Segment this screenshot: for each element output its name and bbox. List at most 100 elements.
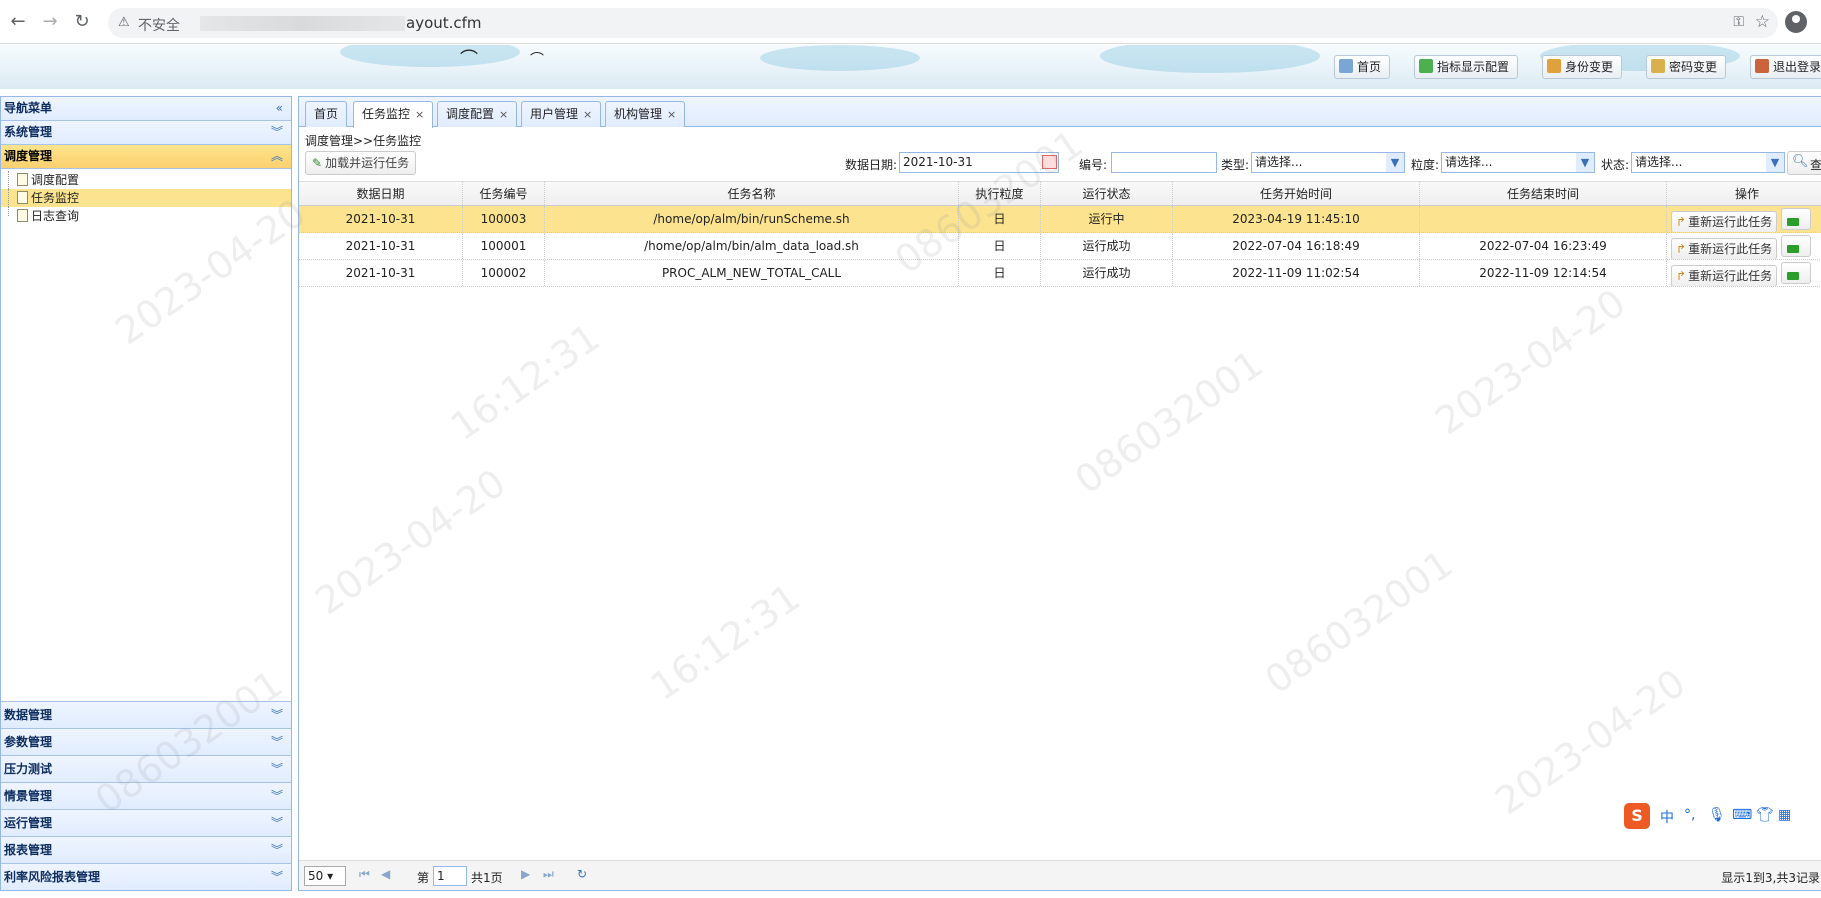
last-page-icon[interactable]: ⏭ xyxy=(543,867,554,882)
column-header[interactable]: 任务开始时间 xyxy=(1173,182,1420,205)
column-header[interactable]: 执行粒度 xyxy=(959,182,1041,205)
tab-task-monitor[interactable]: 任务监控 × xyxy=(353,101,434,128)
cell-start-time: 2023-04-19 11:45:10 xyxy=(1173,206,1420,232)
cell-date: 2021-10-31 xyxy=(299,260,463,286)
delete-task-button[interactable] xyxy=(1781,208,1812,230)
back-icon[interactable]: ← xyxy=(8,12,28,32)
keyboard-icon[interactable]: ⌨ xyxy=(1732,807,1752,823)
ime-language-toggle[interactable]: 中 xyxy=(1660,807,1674,827)
cell-start-time: 2022-07-04 16:18:49 xyxy=(1173,233,1420,259)
load-run-task-button[interactable]: ✎ 加载并运行任务 xyxy=(305,151,417,175)
sidebar-section-rate-risk-report[interactable]: 利率风险报表管理 ︾ xyxy=(1,863,291,890)
profile-avatar-icon[interactable] xyxy=(1785,11,1807,33)
password-change-button[interactable]: 密码变更 xyxy=(1646,55,1727,79)
bookmark-star-icon[interactable]: ☆ xyxy=(1755,12,1770,32)
table-row[interactable]: 2021-10-31 100002 PROC_ALM_NEW_TOTAL_CAL… xyxy=(299,260,1821,287)
column-header[interactable]: 任务编号 xyxy=(463,182,545,205)
tab-user-management[interactable]: 用户管理 × xyxy=(521,101,602,127)
column-header[interactable]: 运行状态 xyxy=(1041,182,1173,205)
page-number-input[interactable]: 1 xyxy=(433,866,467,886)
chevron-down-icon[interactable]: ▼ xyxy=(1766,153,1784,172)
refresh-icon[interactable]: ↻ xyxy=(577,867,587,881)
sidebar-item-schedule-config[interactable]: 调度配置 xyxy=(1,171,291,189)
tab-schedule-config[interactable]: 调度配置 × xyxy=(437,101,518,127)
tab-close-icon[interactable]: × xyxy=(499,108,508,121)
home-button-label: 首页 xyxy=(1357,60,1382,74)
chevron-down-icon[interactable]: ▼ xyxy=(1386,153,1404,172)
tab-close-icon[interactable]: × xyxy=(415,108,424,121)
page-size-select[interactable]: 50 ▾ xyxy=(304,866,346,886)
punctuation-icon[interactable]: °, xyxy=(1684,807,1695,823)
document-icon xyxy=(17,209,28,222)
delete-task-button[interactable] xyxy=(1781,235,1812,257)
rerun-task-button[interactable]: ↱ 重新运行此任务 xyxy=(1671,211,1778,232)
cell-status: 运行成功 xyxy=(1041,233,1173,259)
collapse-sidebar-icon[interactable]: « xyxy=(276,97,283,120)
home-button[interactable]: 首页 xyxy=(1334,55,1391,79)
sidebar-section-scenario[interactable]: 情景管理 ︾ xyxy=(1,782,291,809)
tree-item-label: 任务监控 xyxy=(31,191,80,205)
sidebar-section-report[interactable]: 报表管理 ︾ xyxy=(1,836,291,863)
sidebar-section-system[interactable]: 系统管理 ︾ xyxy=(1,121,291,145)
type-filter-select[interactable]: 请选择... ▼ xyxy=(1251,152,1405,173)
granularity-filter-select[interactable]: 请选择... ▼ xyxy=(1441,152,1595,173)
cell-name: /home/op/alm/bin/runScheme.sh xyxy=(545,206,959,232)
sidebar-section-data[interactable]: 数据管理 ︾ xyxy=(1,701,291,728)
app-banner: ⌒ ⌒ 首页 指标显示配置 身份变更 密码变更 退出登录 xyxy=(0,45,1821,89)
chevron-down-icon[interactable]: ▼ xyxy=(1576,153,1594,172)
reload-icon[interactable]: ↻ xyxy=(72,12,92,32)
tab-label: 任务监控 xyxy=(362,107,411,121)
identity-change-button[interactable]: 身份变更 xyxy=(1542,55,1623,79)
prev-page-icon[interactable]: ◀ xyxy=(381,867,390,881)
grid-header: 数据日期 任务编号 任务名称 执行粒度 运行状态 任务开始时间 任务结束时间 操… xyxy=(299,181,1821,206)
tab-home[interactable]: 首页 xyxy=(305,101,348,127)
table-row[interactable]: 2021-10-31 100001 /home/op/alm/bin/alm_d… xyxy=(299,233,1821,260)
sidebar-section-stress-test[interactable]: 压力测试 ︾ xyxy=(1,755,291,782)
password-change-label: 密码变更 xyxy=(1669,60,1718,74)
first-page-icon[interactable]: ⏮ xyxy=(359,867,370,882)
rerun-task-label: 重新运行此任务 xyxy=(1688,215,1773,229)
calendar-icon[interactable] xyxy=(1042,155,1057,169)
breadcrumb: 调度管理>>任务监控 xyxy=(305,134,422,148)
sidebar-section-operation[interactable]: 运行管理 ︾ xyxy=(1,809,291,836)
column-header[interactable]: 数据日期 xyxy=(299,182,463,205)
cell-id: 100002 xyxy=(463,260,545,286)
toolbox-grid-icon[interactable]: ▦ xyxy=(1778,807,1791,823)
table-row[interactable]: 2021-10-31 100003 /home/op/alm/bin/runSc… xyxy=(299,206,1821,233)
sidebar-section-params[interactable]: 参数管理 ︾ xyxy=(1,728,291,755)
address-bar[interactable]: ⚠ 不安全 ayout.cfm ⚿ ☆ xyxy=(108,8,1778,38)
main-panel: 首页 任务监控 × 调度配置 × 用户管理 × 机构管理 × 调度管理>>任务监控 ✎ 加… xyxy=(298,96,1821,891)
sidebar-item-log-query[interactable]: 日志查询 xyxy=(1,207,291,225)
warning-icon: ⚠ xyxy=(118,15,130,30)
section-label: 压力测试 xyxy=(4,762,53,776)
rerun-task-button[interactable]: ↱ 重新运行此任务 xyxy=(1671,265,1778,286)
forward-icon[interactable]: → xyxy=(40,12,60,32)
column-header[interactable]: 任务名称 xyxy=(545,182,959,205)
page-prefix: 第 xyxy=(417,871,430,885)
bird-icon: ⌒ xyxy=(460,49,478,70)
code-filter-input[interactable] xyxy=(1111,152,1217,173)
sidebar-section-scheduling[interactable]: 调度管理 ︽ xyxy=(1,145,291,169)
column-header[interactable]: 任务结束时间 xyxy=(1420,182,1667,205)
status-filter-select[interactable]: 请选择... ▼ xyxy=(1631,152,1785,173)
column-header[interactable]: 操作 xyxy=(1667,182,1821,205)
microphone-icon[interactable]: 🎙︎ xyxy=(1708,807,1726,823)
password-key-icon[interactable]: ⚿ xyxy=(1733,14,1744,30)
logout-button[interactable]: 退出登录 xyxy=(1750,55,1821,79)
sogou-logo-icon[interactable]: S xyxy=(1624,803,1650,829)
indicator-config-button[interactable]: 指标显示配置 xyxy=(1414,55,1519,79)
rerun-task-button[interactable]: ↱ 重新运行此任务 xyxy=(1671,238,1778,259)
tab-close-icon[interactable]: × xyxy=(667,108,676,121)
cell-granularity: 日 xyxy=(959,260,1041,286)
next-page-icon[interactable]: ▶ xyxy=(521,867,530,881)
sidebar-item-task-monitor[interactable]: 任务监控 xyxy=(1,189,291,207)
tab-org-management[interactable]: 机构管理 × xyxy=(605,101,686,127)
url-redacted xyxy=(200,16,405,31)
tab-close-icon[interactable]: × xyxy=(583,108,592,121)
date-filter-input[interactable]: 2021-10-31 xyxy=(899,152,1059,173)
logout-label: 退出登录 xyxy=(1773,60,1821,74)
delete-task-button[interactable] xyxy=(1781,262,1812,284)
skin-shirt-icon[interactable]: 👕︎ xyxy=(1756,807,1774,823)
cell-actions: ↱ 重新运行此任务 xyxy=(1667,233,1821,259)
search-button[interactable]: 🔍︎ 查 xyxy=(1787,151,1821,175)
